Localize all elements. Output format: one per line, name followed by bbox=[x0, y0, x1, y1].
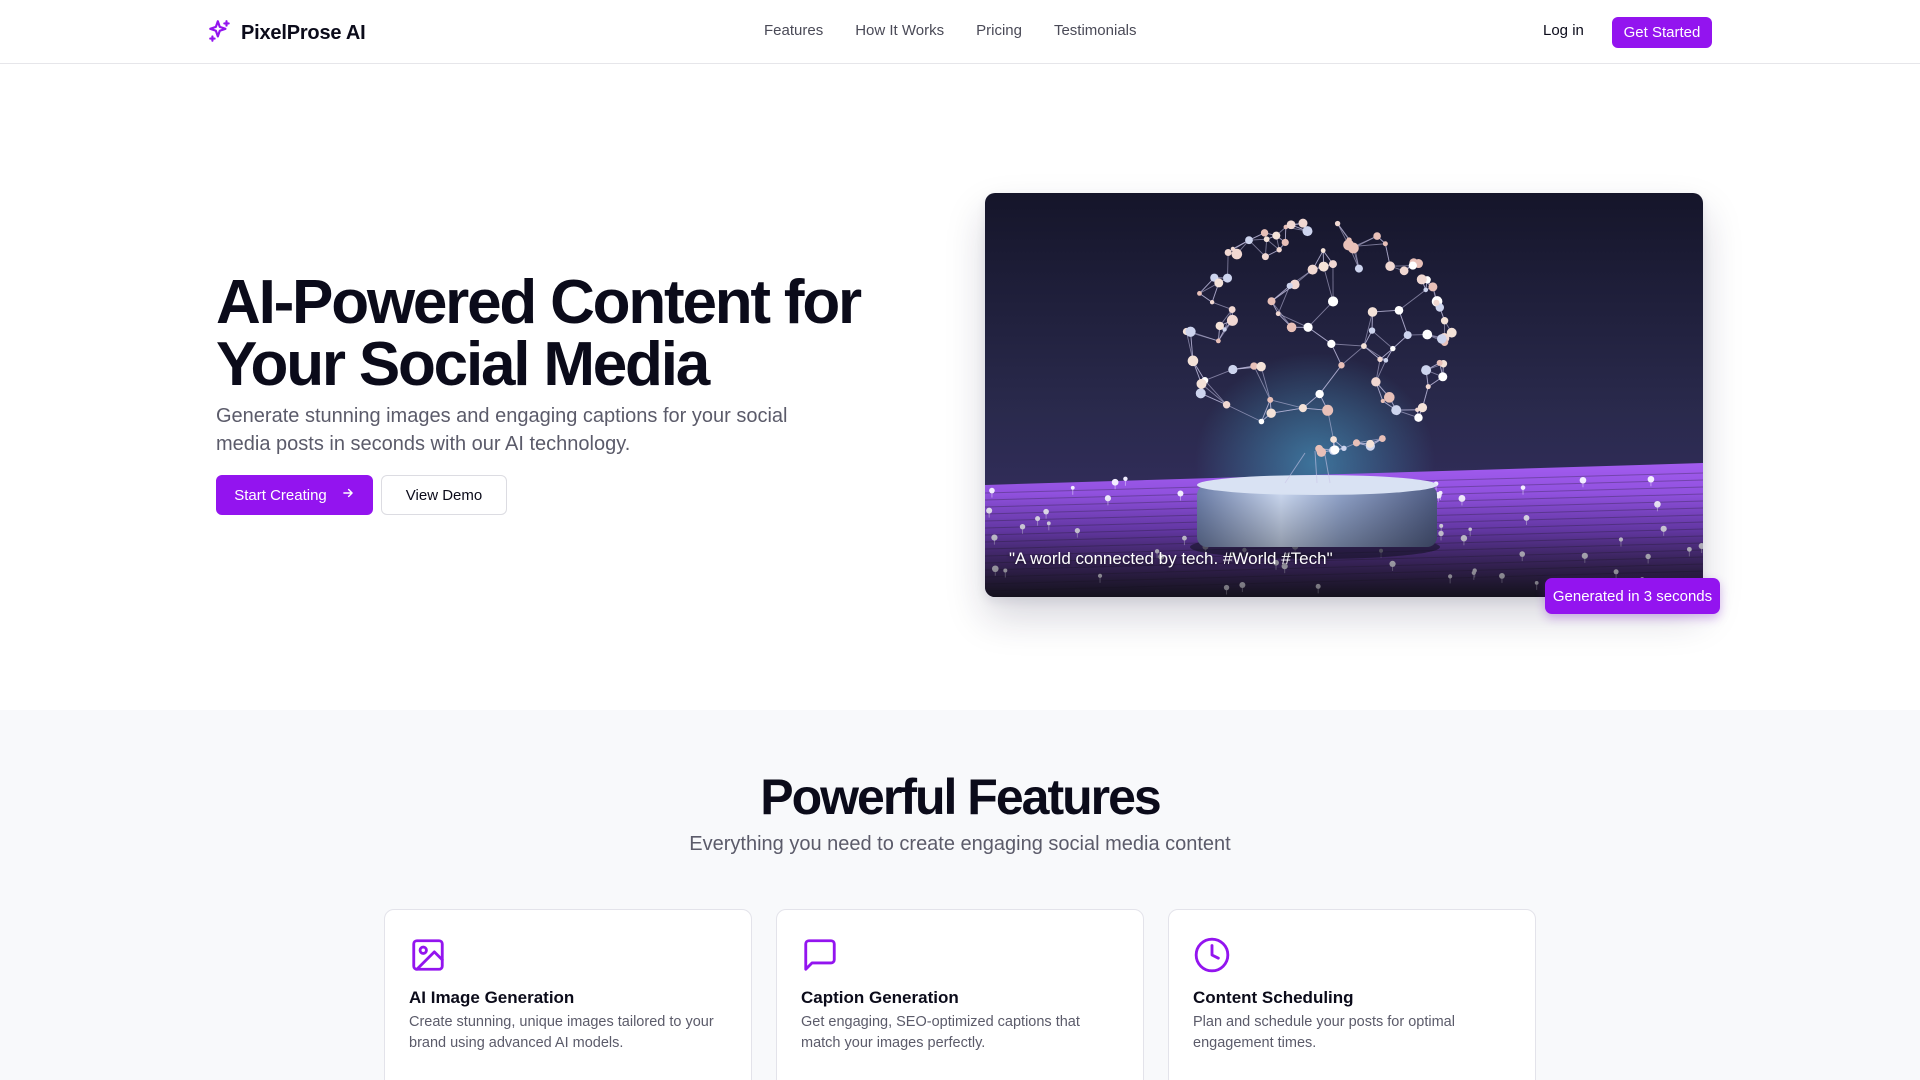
start-creating-button[interactable]: Start Creating bbox=[216, 475, 373, 515]
message-square-icon bbox=[801, 936, 839, 974]
generated-time-badge: Generated in 3 seconds bbox=[1545, 578, 1720, 614]
nav-link-features[interactable]: Features bbox=[764, 22, 823, 39]
features-subtitle: Everything you need to create engaging s… bbox=[689, 833, 1231, 855]
feature-card-caption-generation: Caption Generation Get engaging, SEO-opt… bbox=[776, 909, 1144, 1080]
nav-links: Features How It Works Pricing Testimonia… bbox=[764, 22, 1137, 39]
feature-card-content-scheduling: Content Scheduling Plan and schedule you… bbox=[1168, 909, 1536, 1080]
brand-logo[interactable]: PixelProse AI bbox=[207, 18, 366, 49]
hero-subtitle: Generate stunning images and engaging ca… bbox=[216, 405, 788, 455]
login-link[interactable]: Log in bbox=[1543, 22, 1584, 39]
feature-description: Get engaging, SEO-optimized captions tha… bbox=[801, 1014, 1080, 1051]
features-title: Powerful Features bbox=[760, 769, 1161, 825]
feature-title: Caption Generation bbox=[801, 988, 959, 1007]
nav-link-pricing[interactable]: Pricing bbox=[976, 22, 1022, 39]
arrow-right-icon bbox=[341, 486, 355, 504]
hero-image bbox=[985, 193, 1703, 597]
brand-name: PixelProse AI bbox=[241, 22, 366, 44]
image-icon bbox=[409, 936, 447, 974]
feature-card-image-generation: AI Image Generation Create stunning, uni… bbox=[384, 909, 752, 1080]
nav-link-how-it-works[interactable]: How It Works bbox=[855, 22, 944, 39]
view-demo-button[interactable]: View Demo bbox=[381, 475, 507, 515]
clock-icon bbox=[1193, 936, 1231, 974]
nav-link-testimonials[interactable]: Testimonials bbox=[1054, 22, 1137, 39]
feature-description: Create stunning, unique images tailored … bbox=[409, 1014, 714, 1051]
sparkles-icon bbox=[207, 18, 233, 49]
top-nav: PixelProse AI Features How It Works Pric… bbox=[0, 0, 1920, 64]
get-started-button[interactable]: Get Started bbox=[1612, 17, 1712, 48]
feature-title: Content Scheduling bbox=[1193, 988, 1354, 1007]
image-caption: "A world connected by tech. #World #Tech… bbox=[1009, 549, 1333, 568]
start-creating-label: Start Creating bbox=[234, 486, 327, 504]
feature-title: AI Image Generation bbox=[409, 988, 575, 1007]
hero-title: AI-Powered Content for Your Social Media bbox=[216, 268, 862, 399]
feature-description: Plan and schedule your posts for optimal… bbox=[1193, 1014, 1455, 1051]
